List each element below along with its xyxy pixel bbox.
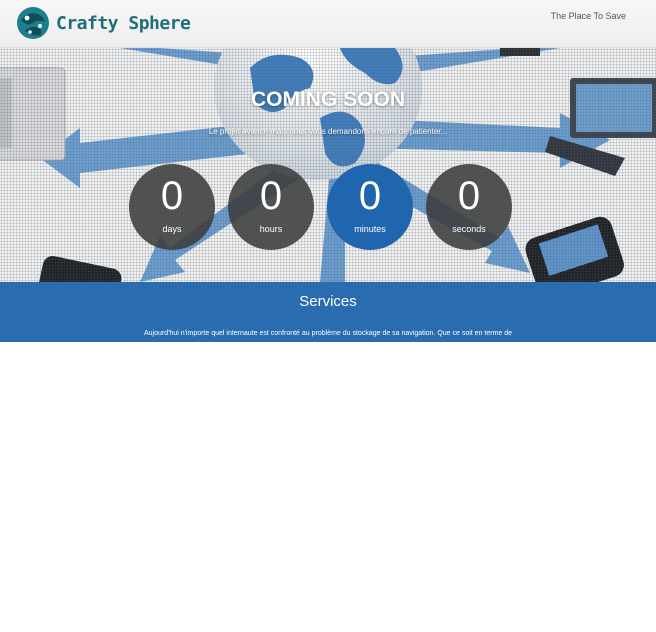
top-navbar: Crafty Sphere The Place To Save — [0, 0, 656, 48]
countdown-timer: 0 days 0 hours 0 minutes 0 seconds — [129, 164, 512, 250]
countdown-minutes: 0 minutes — [327, 164, 413, 250]
tagline: The Place To Save — [550, 11, 626, 21]
services-heading: Services — [299, 293, 357, 310]
countdown-value: 0 — [259, 174, 283, 218]
countdown-unit: days — [162, 224, 182, 234]
countdown-value: 0 — [358, 174, 382, 218]
countdown-unit: minutes — [354, 224, 386, 234]
services-description: Aujourd'hui n'importe quel internaute es… — [143, 330, 513, 337]
countdown-value: 0 — [160, 174, 184, 218]
brand-name: Crafty Sphere — [56, 12, 191, 34]
hero-subtitle: Le projet avance mais nous vous demandon… — [208, 127, 448, 136]
countdown-seconds: 0 seconds — [426, 164, 512, 250]
countdown-unit: seconds — [452, 224, 486, 234]
services-section: Services Aujourd'hui n'importe quel inte… — [0, 282, 656, 342]
countdown-hours: 0 hours — [228, 164, 314, 250]
sphere-logo-icon — [17, 7, 49, 39]
countdown-value: 0 — [457, 174, 481, 218]
hero-section: COMING SOON Le projet avance mais nous v… — [0, 48, 656, 282]
countdown-unit: hours — [259, 224, 283, 234]
page-title: COMING SOON — [250, 88, 405, 111]
brand-logo[interactable]: Crafty Sphere — [16, 6, 191, 40]
countdown-days: 0 days — [129, 164, 215, 250]
